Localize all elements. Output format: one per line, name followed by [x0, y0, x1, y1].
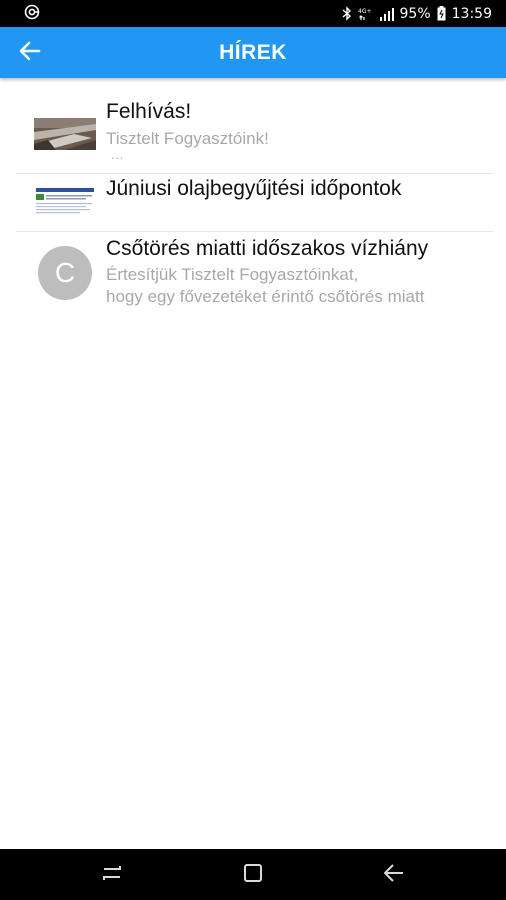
news-more: ... — [111, 148, 125, 162]
news-description: Tisztelt Fogyasztóink! — [106, 129, 269, 148]
nav-back-button[interactable] — [380, 861, 408, 889]
news-item-text: Felhívás! Tisztelt Fogyasztóink! ... — [106, 99, 479, 162]
page-title: HÍREK — [219, 41, 287, 64]
status-bar: 4G+ 95% 13:59 — [0, 0, 506, 27]
news-title: Csőtörés miatti időszakos vízhiány — [106, 237, 429, 260]
app-notification-icon — [24, 4, 40, 24]
battery-percent: 95% — [399, 5, 431, 22]
home-icon — [242, 862, 264, 889]
home-button[interactable] — [239, 861, 267, 889]
news-item-text: Csőtörés miatti időszakos vízhiány Értes… — [106, 236, 479, 308]
recent-apps-icon — [100, 863, 124, 888]
battery-icon — [437, 6, 446, 21]
news-description-line-2: hogy egy fővezetéket érintő csőtörés mia… — [106, 287, 425, 306]
recent-apps-button[interactable] — [98, 861, 126, 889]
news-item-1[interactable]: Felhívás! Tisztelt Fogyasztóink! ... — [16, 78, 493, 174]
news-title: Júniusi olajbegyűjtési időpontok — [106, 177, 402, 200]
arrow-left-icon — [19, 41, 41, 66]
news-item-2[interactable]: Júniusi olajbegyűjtési időpontok — [16, 174, 493, 232]
news-title: Felhívás! — [106, 100, 192, 123]
signal-icon — [379, 7, 394, 21]
app-bar: HÍREK — [0, 27, 506, 78]
avatar: C — [38, 246, 92, 300]
news-list: Felhívás! Tisztelt Fogyasztóink! ... Jún… — [0, 78, 506, 316]
network-icon: 4G+ — [358, 6, 374, 21]
clock: 13:59 — [451, 5, 492, 22]
news-item-text: Júniusi olajbegyűjtési időpontok — [106, 176, 479, 202]
navigation-bar — [0, 849, 506, 900]
document-thumbnail — [34, 186, 96, 218]
network-label: 4G+ — [358, 8, 372, 15]
news-description-line-1: Értesítjük Tisztelt Fogyasztóinkat, — [106, 265, 359, 284]
photo-thumbnail — [34, 118, 96, 150]
news-item-3[interactable]: C Csőtörés miatti időszakos vízhiány Ért… — [16, 232, 493, 316]
back-button[interactable] — [12, 35, 48, 71]
back-icon — [382, 862, 406, 889]
bluetooth-icon — [342, 6, 352, 21]
